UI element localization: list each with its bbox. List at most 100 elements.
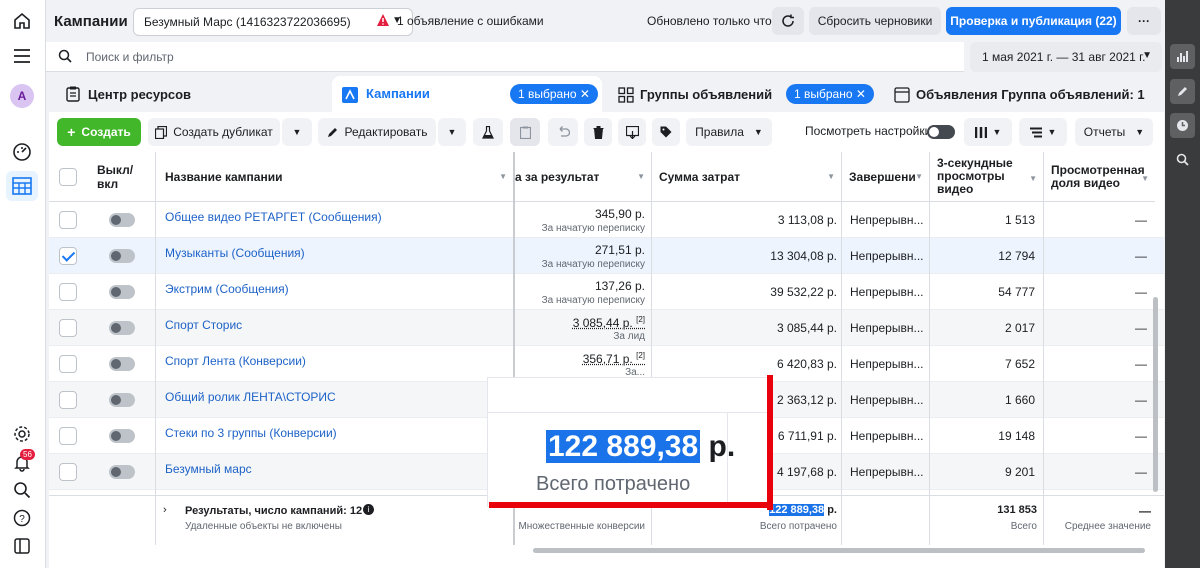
- selected-pill[interactable]: 1 выбрано ✕: [786, 84, 874, 104]
- campaign-toggle[interactable]: [109, 285, 135, 299]
- duplicate-button[interactable]: Создать дубликат: [148, 118, 280, 146]
- chevron-down-icon: ▼: [292, 127, 302, 137]
- chart-icon[interactable]: [1170, 44, 1195, 69]
- reports-dropdown[interactable]: Отчеты ▼: [1075, 118, 1153, 146]
- help-icon[interactable]: ?: [9, 505, 35, 531]
- tab-adsets[interactable]: Группы объявлений 1 выбрано ✕: [608, 76, 878, 112]
- row-checkbox[interactable]: [59, 355, 77, 373]
- search-icon[interactable]: [9, 477, 35, 503]
- close-icon[interactable]: ✕: [856, 87, 866, 101]
- clock-icon[interactable]: [1170, 113, 1195, 138]
- duplicate-label: Создать дубликат: [173, 125, 273, 139]
- table-row[interactable]: Экстрим (Сообщения) 137,26 р. За начатую п…: [49, 274, 1164, 310]
- avatar[interactable]: A: [10, 84, 34, 108]
- reset-drafts-button[interactable]: Сбросить черновики: [809, 7, 941, 35]
- table-row[interactable]: Спорт Сторис 3 085,44 р. [2] За лид 3 085,4…: [49, 310, 1164, 346]
- cost-per-result-value: 271,51 р.: [594, 243, 645, 257]
- account-select[interactable]: Безумный Марс (1416323722036695) ▼: [133, 8, 413, 36]
- row-checkbox[interactable]: [59, 211, 77, 229]
- error-link[interactable]: 1 объявление с ошибками: [397, 14, 544, 28]
- row-checkbox[interactable]: [59, 463, 77, 481]
- close-icon[interactable]: ✕: [580, 87, 590, 101]
- totals-spend-unit: р.: [824, 504, 837, 516]
- row-checkbox[interactable]: [59, 247, 77, 265]
- home-icon[interactable]: [9, 8, 35, 34]
- horizontal-scrollbar[interactable]: [533, 548, 1145, 553]
- header-ends[interactable]: Завершени ▼: [841, 152, 929, 202]
- delete-button[interactable]: [584, 118, 612, 146]
- review-publish-button[interactable]: Проверка и публикация (22): [946, 7, 1121, 35]
- search-input[interactable]: Поиск и фильтр: [46, 42, 964, 72]
- select-all-checkbox[interactable]: [59, 168, 77, 186]
- date-range-picker[interactable]: 1 мая 2021 г. — 31 авг 2021 г. ▼: [970, 42, 1162, 72]
- campaign-name-link[interactable]: Экстрим (Сообщения): [165, 282, 289, 296]
- campaign-toggle[interactable]: [109, 357, 135, 371]
- spend-value: 13 304,08 р.: [770, 249, 837, 263]
- row-checkbox[interactable]: [59, 319, 77, 337]
- campaign-toggle[interactable]: [109, 393, 135, 407]
- campaign-name-link[interactable]: Стеки по 3 группы (Конверсии): [165, 426, 337, 440]
- create-button[interactable]: + Создать: [57, 118, 141, 146]
- gear-icon[interactable]: [9, 421, 35, 447]
- info-icon[interactable]: i: [363, 504, 374, 515]
- duplicate-dropdown[interactable]: ▼: [282, 118, 312, 146]
- notification-badge: 56: [20, 449, 35, 460]
- campaign-name-link[interactable]: Спорт Лента (Конверсии): [165, 354, 306, 368]
- undo-button[interactable]: [548, 118, 578, 146]
- menu-icon[interactable]: [9, 43, 35, 69]
- row-checkbox[interactable]: [59, 391, 77, 409]
- view-settings-toggle[interactable]: [927, 125, 955, 139]
- header-cost-per-result-label: а за результат: [515, 169, 600, 184]
- table-row[interactable]: Музыканты (Сообщения) 271,51 р. За начатую…: [49, 238, 1164, 274]
- columns-dropdown[interactable]: ▼: [964, 118, 1012, 146]
- campaign-toggle[interactable]: [109, 249, 135, 263]
- plus-icon: +: [67, 124, 76, 140]
- cost-per-result-value: 137,26 р.: [594, 279, 645, 293]
- edit-dropdown[interactable]: ▼: [438, 118, 466, 146]
- header-view-share[interactable]: Просмотренная доля видео ▼: [1043, 152, 1155, 202]
- campaign-name-link[interactable]: Общее видео РЕТАРГЕТ (Сообщения): [165, 210, 382, 224]
- row-checkbox[interactable]: [59, 283, 77, 301]
- campaign-name-link[interactable]: Общий ролик ЛЕНТА\СТОРИС: [165, 390, 336, 404]
- campaign-toggle[interactable]: [109, 213, 135, 227]
- chevron-right-icon[interactable]: ›: [163, 504, 167, 516]
- breakdown-dropdown[interactable]: ▼: [1019, 118, 1067, 146]
- row-checkbox[interactable]: [59, 427, 77, 445]
- panel-toggle-icon[interactable]: [9, 533, 35, 559]
- selected-pill[interactable]: 1 выбрано ✕: [510, 84, 598, 104]
- vertical-scrollbar[interactable]: [1153, 297, 1158, 492]
- sort-icon: ▼: [637, 172, 645, 181]
- footnote-marker: [2]: [636, 315, 645, 324]
- refresh-button[interactable]: [772, 7, 804, 35]
- search-icon[interactable]: [1170, 147, 1195, 172]
- rules-dropdown[interactable]: Правила ▼: [686, 118, 772, 146]
- edit-button[interactable]: Редактировать: [318, 118, 436, 146]
- header-spend[interactable]: Сумма затрат ▼: [651, 152, 841, 202]
- ends-value: Непрерывн...: [850, 429, 924, 443]
- tab-resources[interactable]: Центр ресурсов: [56, 76, 326, 112]
- campaign-name-link[interactable]: Музыканты (Сообщения): [165, 246, 305, 260]
- ads-manager-table-icon[interactable]: [9, 173, 35, 199]
- header-campaign-name[interactable]: Название кампании ▼: [155, 152, 513, 202]
- campaign-name-link[interactable]: Спорт Сторис: [165, 318, 242, 332]
- campaign-toggle[interactable]: [109, 429, 135, 443]
- campaign-toggle[interactable]: [109, 321, 135, 335]
- header-cost-per-result[interactable]: а за результат ▼: [513, 152, 651, 202]
- test-flask-button[interactable]: [473, 118, 503, 146]
- campaign-toggle[interactable]: [109, 465, 135, 479]
- pencil-icon[interactable]: [1170, 79, 1195, 104]
- tag-button[interactable]: [652, 118, 680, 146]
- clipboard-button[interactable]: [510, 118, 540, 146]
- table-row[interactable]: Общее видео РЕТАРГЕТ (Сообщения) 345,90 р…: [49, 202, 1164, 238]
- chevron-down-icon: ▼: [992, 127, 1002, 137]
- tab-ads[interactable]: Объявления Группа объявлений: 1: [884, 76, 1164, 112]
- campaign-name-link[interactable]: Безумный марс: [165, 462, 252, 476]
- flask-icon: [482, 125, 494, 139]
- tab-campaigns[interactable]: Кампании 1 выбрано ✕: [332, 76, 602, 112]
- more-button[interactable]: ···: [1127, 7, 1161, 35]
- share-value: —: [1135, 213, 1147, 227]
- header-onoff[interactable]: Выкл/ вкл: [89, 152, 155, 202]
- preview-button[interactable]: [618, 118, 646, 146]
- header-3s-views[interactable]: 3-секундные просмотры видео ▼: [929, 152, 1043, 202]
- dashboard-icon[interactable]: [9, 139, 35, 165]
